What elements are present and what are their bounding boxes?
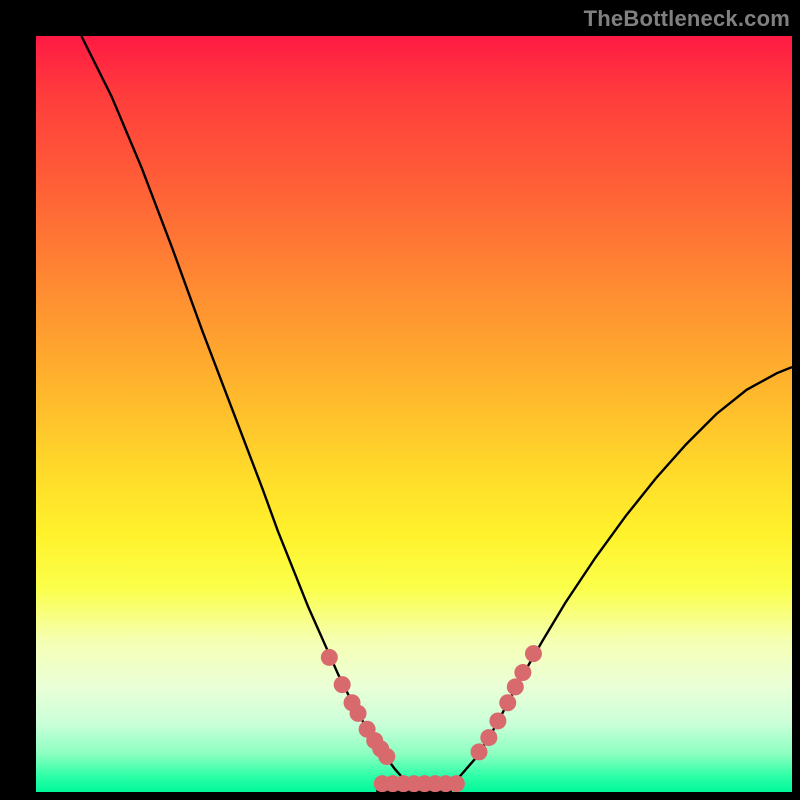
scatter-dot	[350, 705, 367, 722]
scatter-dot	[378, 748, 395, 765]
watermark-text: TheBottleneck.com	[584, 6, 790, 32]
scatter-dots	[321, 645, 542, 792]
scatter-dot	[514, 664, 531, 681]
plot-area	[36, 36, 792, 792]
scatter-dot	[321, 649, 338, 666]
scatter-dot	[499, 694, 516, 711]
scatter-dot	[448, 775, 465, 792]
scatter-dot	[525, 645, 542, 662]
chart-container: TheBottleneck.com	[0, 0, 800, 800]
left-curve-line	[81, 36, 451, 791]
scatter-dot	[480, 729, 497, 746]
right-curve-line	[437, 367, 792, 791]
scatter-dot	[471, 743, 488, 760]
scatter-dot	[507, 678, 524, 695]
curve-layer	[36, 36, 792, 792]
scatter-dot	[489, 712, 506, 729]
scatter-dot	[334, 676, 351, 693]
